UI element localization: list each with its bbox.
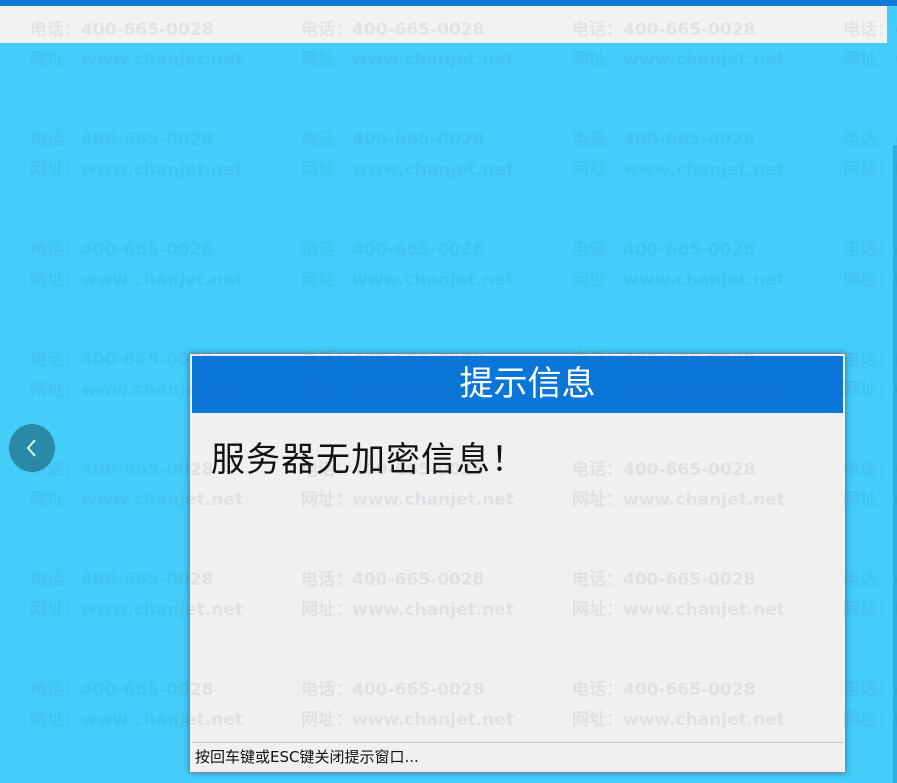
watermark: 电话：400-665-0028 网址：www.chanjet.net	[843, 345, 897, 405]
watermark-phone: 电话：400-665-0028	[843, 130, 897, 150]
watermark-website: 网址：www.chanjet.net	[843, 380, 897, 400]
watermark-website: 网址：www.chanjet.net	[572, 160, 785, 180]
watermark-website: 网址：www.chanjet.net	[843, 270, 897, 290]
watermark: 电话：400-665-0028 网址：www.chanjet.net	[30, 235, 290, 295]
watermark: 电话：400-665-0028 网址：www.chanjet.net	[572, 235, 832, 295]
dialog-message: 服务器无加密信息！	[211, 440, 526, 480]
watermark-website: 网址：www.chanjet.net	[301, 270, 514, 290]
watermark-phone: 电话：400-665-0028	[301, 130, 485, 150]
watermark-phone: 电话：400-665-0028	[30, 240, 214, 260]
watermark-phone: 电话：400-665-0028	[843, 350, 897, 370]
watermark-website: 网址：www.chanjet.net	[572, 270, 785, 290]
watermark-phone: 电话：400-665-0028	[301, 240, 485, 260]
dialog-title: 提示信息	[192, 356, 843, 413]
watermark: 电话：400-665-0028 网址：www.chanjet.net	[843, 455, 897, 515]
watermark: 电话：400-665-0028 网址：www.chanjet.net	[301, 125, 561, 185]
watermark-website: 网址：www.chanjet.net	[843, 490, 897, 510]
watermark: 电话：400-665-0028 网址：www.chanjet.net	[843, 125, 897, 185]
watermark-website: 网址：www.chanjet.net	[572, 50, 785, 70]
watermark: 电话：400-665-0028 网址：www.chanjet.net	[30, 125, 290, 185]
watermark-website: 网址：www.chanjet.net	[843, 50, 897, 70]
watermark: 电话：400-665-0028 网址：www.chanjet.net	[843, 565, 897, 625]
watermark-phone: 电话：400-665-0028	[572, 240, 756, 260]
watermark-website: 网址：www.chanjet.net	[30, 160, 243, 180]
watermark-website: 网址：www.chanjet.net	[843, 600, 897, 620]
watermark-website: 网址：www.chanjet.net	[301, 50, 514, 70]
watermark: 电话：400-665-0028 网址：www.chanjet.net	[572, 125, 832, 185]
watermark-phone: 电话：400-665-0028	[843, 240, 897, 260]
watermark-phone: 电话：400-665-0028	[30, 130, 214, 150]
dialog-footer-hint: 按回车键或ESC键关闭提示窗口...	[192, 742, 843, 770]
watermark: 电话：400-665-0028 网址：www.chanjet.net	[843, 235, 897, 295]
chevron-left-icon	[26, 439, 36, 457]
watermark-website: 网址：www.chanjet.net	[301, 160, 514, 180]
watermark: 电话：400-665-0028 网址：www.chanjet.net	[843, 675, 897, 735]
watermark-phone: 电话：400-665-0028	[843, 570, 897, 590]
watermark-website: 网址：www.chanjet.net	[30, 50, 243, 70]
watermark-website: 网址：www.chanjet.net	[843, 160, 897, 180]
watermark-phone: 电话：400-665-0028	[572, 130, 756, 150]
watermark-phone: 电话：400-665-0028	[843, 680, 897, 700]
watermark-phone: 电话：400-665-0028	[843, 460, 897, 480]
watermark-website: 网址：www.chanjet.net	[30, 270, 243, 290]
watermark-website: 网址：www.chanjet.net	[843, 710, 897, 730]
top-strip	[0, 6, 887, 43]
right-edge-panel	[893, 145, 897, 783]
previous-slide-button[interactable]	[9, 424, 55, 472]
alert-dialog: 提示信息 服务器无加密信息！ 按回车键或ESC键关闭提示窗口...	[189, 353, 846, 773]
watermark: 电话：400-665-0028 网址：www.chanjet.net	[301, 235, 561, 295]
